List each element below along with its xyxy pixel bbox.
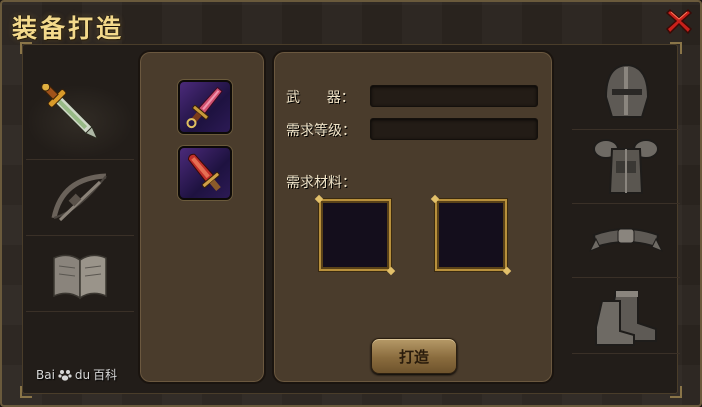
close-button[interactable] [664,6,694,36]
frame-corner [670,386,682,398]
armor-icon [593,138,659,194]
helmet-icon [604,63,650,118]
close-icon [665,8,693,35]
material-slot-2[interactable] [435,199,507,271]
tab-helmet[interactable] [572,54,680,130]
tab-crossbow[interactable] [26,160,134,236]
frame-corner [20,42,32,54]
material-slot-1[interactable] [319,199,391,271]
watermark-brand-suffix: du [74,367,91,382]
watermark-product: 百科 [93,368,118,382]
frame-corner [20,386,32,398]
tab-boots[interactable] [572,278,680,354]
tab-belt[interactable] [572,202,680,278]
crossbow-icon [51,173,107,221]
paw-icon [58,369,72,381]
boots-icon [595,289,657,346]
frame-corner [670,42,682,54]
tab-book[interactable] [26,236,134,312]
window-title: 装备打造 [12,14,125,43]
required-level-field [370,118,538,140]
tab-sword[interactable] [26,83,134,160]
watermark-brand: Bai [36,367,55,382]
weapon-slot-2[interactable] [178,146,232,200]
weapon-label: 武 器： [286,90,355,106]
blade-icon [187,153,221,192]
required-materials-label: 需求材料： [286,175,356,191]
weapon-slot-1[interactable] [178,80,232,134]
weapon-field [370,85,538,107]
belt-icon [588,227,664,252]
sword-icon [41,83,99,140]
dagger-icon [186,86,223,129]
required-level-label: 需求等级： [286,123,356,139]
tab-armor[interactable] [572,128,680,204]
book-icon [53,254,107,299]
baidu-watermark: Bai du 百科 [36,366,117,383]
forge-button[interactable]: 打造 [371,338,457,374]
